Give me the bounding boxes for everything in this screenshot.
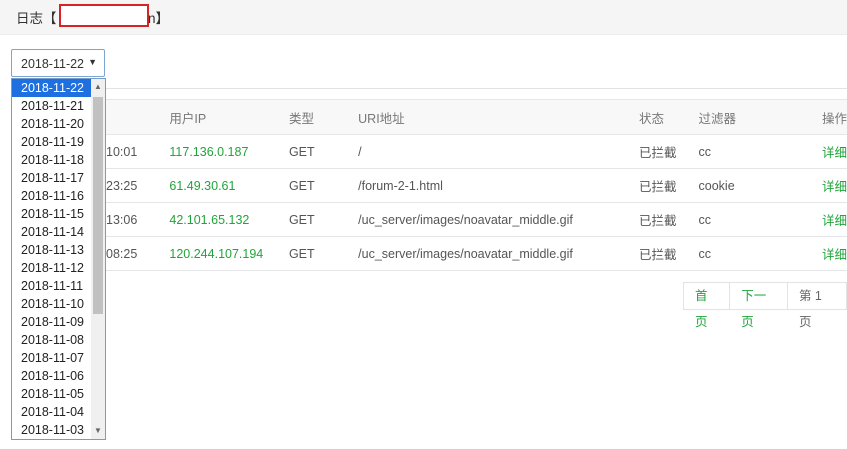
detail-link[interactable]: 详细: [821, 202, 847, 237]
date-option[interactable]: 2018-11-18: [12, 151, 99, 169]
cell-filter: cc: [698, 202, 822, 237]
cell-status: 已拦截: [638, 168, 699, 203]
date-option[interactable]: 2018-11-10: [12, 295, 99, 313]
date-select[interactable]: 2018-11-22 ▼: [11, 49, 105, 77]
date-option[interactable]: 2018-11-06: [12, 367, 99, 385]
scrollbar[interactable]: ▲ ▼: [91, 79, 105, 439]
date-select-value: 2018-11-22: [21, 57, 85, 71]
cell-filter: cc: [698, 134, 822, 169]
page-title: 日志【: [16, 11, 57, 26]
cell-time: 08:25: [106, 236, 170, 271]
date-option[interactable]: 2018-11-03: [12, 421, 99, 439]
cell-ip: 120.244.107.194: [169, 236, 289, 271]
date-option[interactable]: 2018-11-20: [12, 115, 99, 133]
first-page-button[interactable]: 首页: [683, 282, 731, 329]
cell-uri: /forum-2-1.html: [358, 168, 639, 203]
date-option[interactable]: 2018-11-17: [12, 169, 99, 187]
date-option[interactable]: 2018-11-11: [12, 277, 99, 295]
scroll-down-icon[interactable]: ▼: [91, 423, 105, 439]
next-page-button[interactable]: 下一页: [729, 282, 788, 329]
scroll-up-icon[interactable]: ▲: [91, 79, 105, 95]
divider: [106, 88, 847, 89]
table-row: 08:25 120.244.107.194 GET/uc_server/images…: [106, 236, 847, 271]
cell-filter: cc: [698, 236, 822, 271]
cell-type: GET: [288, 134, 359, 169]
date-option[interactable]: 2018-11-14: [12, 223, 99, 241]
table-row: 13:06 42.101.65.132 GET/uc_server/images/n…: [106, 202, 847, 237]
table-header-row: 用户IP 类型 URI地址 状态 过滤器 操作: [106, 99, 847, 135]
cell-type: GET: [288, 236, 359, 271]
cell-uri: /uc_server/images/noavatar_middle.gif: [358, 202, 639, 237]
cell-ip: 42.101.65.132: [169, 202, 289, 237]
date-dropdown-list[interactable]: 2018-11-22 2018-11-21 2018-11-20 2018-11-19…: [11, 78, 106, 440]
date-option[interactable]: 2018-11-13: [12, 241, 99, 259]
cell-status: 已拦截: [638, 236, 699, 271]
cell-ip: 61.49.30.61: [169, 168, 289, 203]
cell-status: 已拦截: [638, 202, 699, 237]
col-type-header: 类型: [288, 99, 359, 135]
page-title-tail: n】: [148, 11, 170, 26]
cell-filter: cookie: [698, 168, 822, 203]
date-option[interactable]: 2018-11-07: [12, 349, 99, 367]
cell-uri: /uc_server/images/noavatar_middle.gif: [358, 236, 639, 271]
date-option[interactable]: 2018-11-04: [12, 403, 99, 421]
col-status-header: 状态: [638, 99, 699, 135]
date-option[interactable]: 2018-11-19: [12, 133, 99, 151]
pagination: 首页 下一页 第 1 页: [683, 282, 847, 329]
cell-type: GET: [288, 202, 359, 237]
cell-time: 23:25: [106, 168, 170, 203]
cell-type: GET: [288, 168, 359, 203]
date-option[interactable]: 2018-11-12: [12, 259, 99, 277]
date-option[interactable]: 2018-11-22: [12, 79, 99, 97]
date-option[interactable]: 2018-11-09: [12, 313, 99, 331]
cell-status: 已拦截: [638, 134, 699, 169]
cell-ip: 117.136.0.187: [169, 134, 289, 169]
date-option[interactable]: 2018-11-16: [12, 187, 99, 205]
redacted-site-name: [59, 4, 149, 27]
detail-link[interactable]: 详细: [821, 168, 847, 203]
detail-link[interactable]: 详细: [821, 236, 847, 271]
current-page-label: 第 1 页: [786, 282, 847, 329]
table-row: 10:01 117.136.0.187 GET / 已拦截 cc 详细: [106, 134, 847, 169]
log-table: 用户IP 类型 URI地址 状态 过滤器 操作 10:01 117.136.0.1…: [106, 99, 847, 271]
cell-time: 13:06: [106, 202, 170, 237]
date-option[interactable]: 2018-11-15: [12, 205, 99, 223]
scrollbar-thumb[interactable]: [93, 97, 103, 314]
date-option[interactable]: 2018-11-21: [12, 97, 99, 115]
col-op-header: 操作: [821, 99, 847, 135]
date-option[interactable]: 2018-11-08: [12, 331, 99, 349]
date-option[interactable]: 2018-11-05: [12, 385, 99, 403]
col-uri-header: URI地址: [358, 99, 639, 135]
chevron-down-icon: ▼: [88, 57, 97, 67]
col-time-header: [106, 99, 170, 135]
cell-uri: /: [358, 134, 639, 169]
table-row: 23:25 61.49.30.61 GET/forum-2-1.html 已拦截 coo…: [106, 168, 847, 203]
col-filter-header: 过滤器: [698, 99, 822, 135]
cell-time: 10:01: [106, 134, 170, 169]
detail-link[interactable]: 详细: [821, 134, 847, 169]
col-ip-header: 用户IP: [169, 99, 289, 135]
